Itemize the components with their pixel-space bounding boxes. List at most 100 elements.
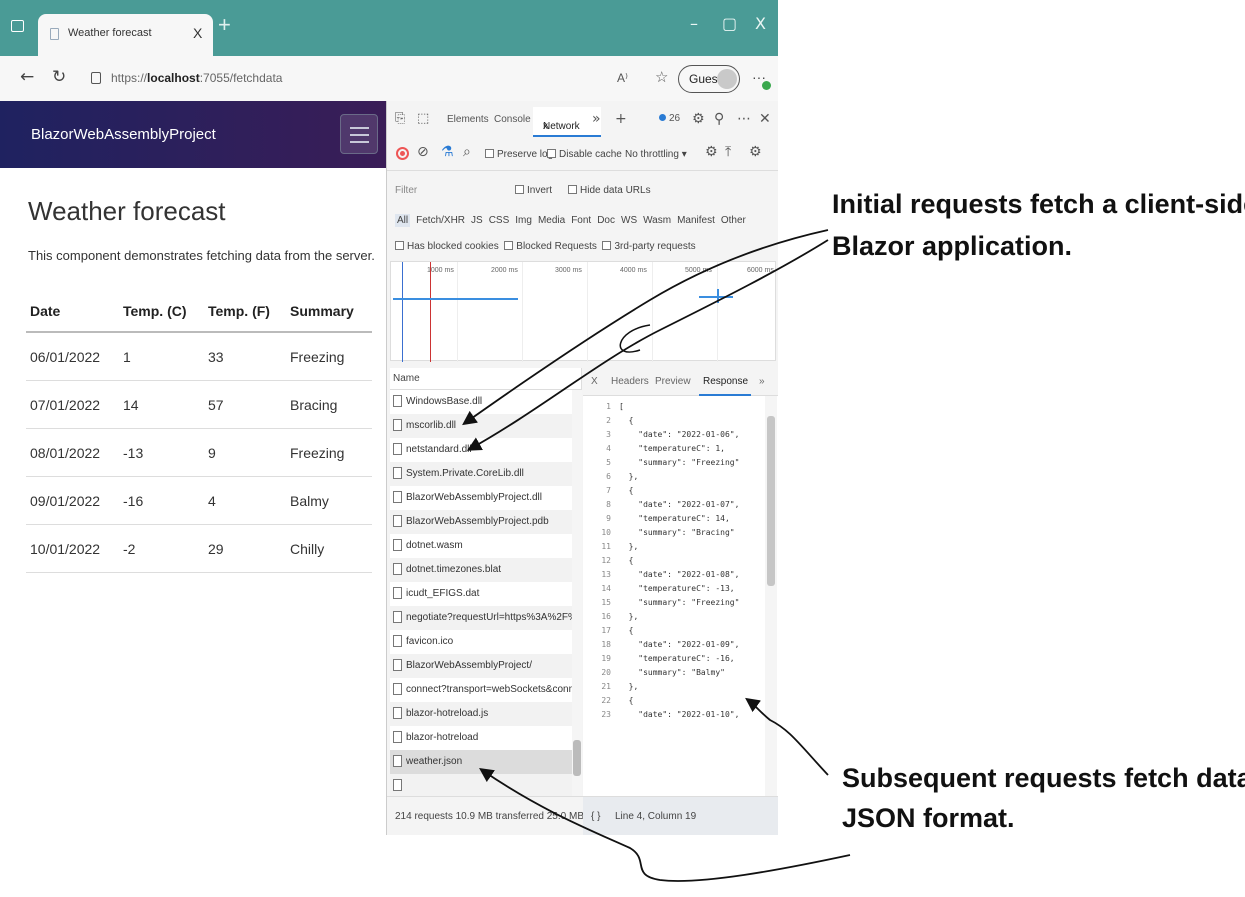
close-window-button[interactable]: X [755, 14, 766, 33]
type-filter-media[interactable]: Media [538, 215, 565, 226]
network-conditions-icon[interactable]: ⚙ [705, 144, 718, 160]
type-filter-doc[interactable]: Doc [597, 215, 615, 226]
refresh-icon[interactable]: ↻ [52, 67, 66, 87]
invert-checkbox[interactable]: Invert [515, 185, 552, 196]
request-row[interactable]: mscorlib.dll [390, 414, 572, 438]
tab-elements[interactable]: Elements [447, 114, 489, 125]
request-list-scrollbar[interactable] [572, 390, 582, 796]
more-options-icon[interactable]: ⋯ [737, 111, 751, 127]
type-filter-js[interactable]: JS [471, 215, 483, 226]
settings-gear-icon[interactable]: ⚙ [692, 111, 705, 127]
type-filter-fetch-xhr[interactable]: Fetch/XHR [416, 215, 465, 226]
address-field[interactable]: https://localhost:7055/fetchdata [111, 71, 282, 85]
close-devtools-icon[interactable]: ✕ [759, 111, 771, 127]
import-har-icon[interactable]: ⤒ [725, 144, 731, 160]
code-line: 23 "date": "2022-01-10", [583, 710, 778, 724]
pretty-print-icon[interactable]: { } [591, 811, 600, 822]
avatar-icon [717, 69, 737, 89]
request-row[interactable]: negotiate?requestUrl=https%3A%2F%2Floca [390, 606, 572, 630]
request-row-selected[interactable]: weather.json [390, 750, 572, 774]
request-row[interactable]: BlazorWebAssemblyProject.dll [390, 486, 572, 510]
network-timeline[interactable]: 1000 ms 2000 ms 3000 ms 4000 ms 5000 ms … [390, 261, 776, 362]
more-detail-tabs-icon[interactable]: » [759, 376, 765, 387]
request-row[interactable]: dotnet.timezones.blat [390, 558, 572, 582]
network-toolbar: ⊘ ⚗ ⌕ Preserve log Disable cache No thro… [387, 137, 778, 171]
third-party-checkbox[interactable]: 3rd-party requests [602, 241, 696, 252]
connections-icon[interactable]: ⚲ [714, 111, 724, 127]
tab-response[interactable]: Response [699, 368, 751, 396]
request-name: BlazorWebAssemblyProject.pdb [406, 516, 549, 527]
tab-network-close-icon[interactable]: x [543, 121, 548, 132]
type-filter-font[interactable]: Font [571, 215, 591, 226]
device-toolbar-icon[interactable]: ⎘ [395, 111, 405, 126]
third-party-label: 3rd-party requests [614, 241, 696, 252]
back-arrow-icon[interactable]: ← [20, 67, 34, 87]
line-text: { [619, 556, 634, 565]
response-scrollbar[interactable] [765, 396, 777, 796]
request-row[interactable]: icudt_EFIGS.dat [390, 582, 572, 606]
request-row[interactable]: netstandard.dll [390, 438, 572, 462]
window-menu-icon[interactable] [11, 20, 24, 32]
type-filter-other[interactable]: Other [721, 215, 746, 226]
blocked-requests-checkbox[interactable]: Blocked Requests [504, 241, 597, 252]
page-description: This component demonstrates fetching dat… [28, 248, 375, 263]
type-filter-all[interactable]: All [395, 214, 411, 227]
search-icon[interactable]: ⌕ [463, 144, 471, 160]
more-tabs-icon[interactable]: » [592, 111, 601, 127]
tab-console[interactable]: Console [494, 114, 531, 125]
lock-icon[interactable] [91, 72, 101, 84]
preserve-log-checkbox[interactable]: Preserve log [485, 149, 553, 160]
app-title[interactable]: BlazorWebAssemblyProject [31, 126, 216, 143]
network-settings-icon[interactable]: ⚙ [749, 144, 762, 160]
has-blocked-cookies-checkbox[interactable]: Has blocked cookies [395, 241, 499, 252]
hide-data-urls-checkbox[interactable]: Hide data URLs [568, 185, 651, 196]
scrollbar-thumb[interactable] [767, 416, 775, 586]
request-row[interactable]: connect?transport=webSockets&connection [390, 678, 572, 702]
type-filter-manifest[interactable]: Manifest [677, 215, 715, 226]
request-row[interactable]: favicon.ico [390, 630, 572, 654]
new-tab-button[interactable]: + [218, 12, 231, 38]
file-icon [393, 755, 402, 767]
maximize-button[interactable]: ▢ [722, 14, 737, 33]
request-row[interactable] [390, 774, 572, 796]
code-line: 14 "temperatureC": -13, [583, 584, 778, 598]
request-row[interactable]: blazor-hotreload [390, 726, 572, 750]
issues-count: 26 [669, 113, 681, 124]
request-row[interactable]: dotnet.wasm [390, 534, 572, 558]
line-number: 2 [606, 416, 611, 425]
request-row[interactable]: System.Private.CoreLib.dll [390, 462, 572, 486]
profile-button[interactable]: Guest [678, 65, 740, 93]
request-row[interactable]: blazor-hotreload.js [390, 702, 572, 726]
name-column-header[interactable]: Name [390, 368, 582, 390]
hamburger-menu-button[interactable] [340, 114, 378, 154]
disable-cache-checkbox[interactable]: Disable cache [547, 149, 622, 160]
browser-tab[interactable]: Weather forecast X [38, 14, 213, 56]
tab-headers[interactable]: Headers [611, 376, 649, 387]
type-filter-img[interactable]: Img [515, 215, 532, 226]
scrollbar-thumb[interactable] [573, 740, 581, 776]
request-row[interactable]: WindowsBase.dll [390, 390, 572, 414]
request-row[interactable]: BlazorWebAssemblyProject.pdb [390, 510, 572, 534]
minimize-button[interactable]: – [690, 14, 698, 33]
inspect-icon[interactable]: ⬚ [417, 111, 429, 126]
type-filter-ws[interactable]: WS [621, 215, 637, 226]
type-filter-css[interactable]: CSS [489, 215, 510, 226]
response-code[interactable]: 1[2 {3 "date": "2022-01-06", 4 "temperatu… [583, 396, 778, 796]
favorites-star-icon[interactable]: ☆ [655, 68, 668, 86]
request-row[interactable]: BlazorWebAssemblyProject/ [390, 654, 572, 678]
filter-icon[interactable]: ⚗ [441, 144, 454, 160]
add-tab-icon[interactable]: + [615, 111, 627, 127]
read-aloud-icon[interactable]: A⁾ [617, 71, 628, 85]
type-filter-wasm[interactable]: Wasm [643, 215, 671, 226]
throttling-select[interactable]: No throttling ▾ [625, 149, 687, 160]
resource-type-filters: All Fetch/XHR JS CSS Img Media Font Doc WS Wasm Ma… [395, 214, 752, 227]
record-icon[interactable] [396, 147, 409, 160]
tab-close-button[interactable]: X [193, 25, 202, 41]
tab-preview[interactable]: Preview [655, 376, 691, 387]
filter-input[interactable]: Filter [395, 185, 417, 196]
close-details-icon[interactable]: X [591, 376, 598, 387]
clear-icon[interactable]: ⊘ [417, 144, 429, 160]
issues-badge[interactable]: 26 [659, 113, 680, 124]
tab-network[interactable]: Network x [533, 107, 601, 137]
devtools-tabbar: ⎘ ⬚ Elements Console Network x » + 26 ⚙ … [387, 101, 778, 137]
